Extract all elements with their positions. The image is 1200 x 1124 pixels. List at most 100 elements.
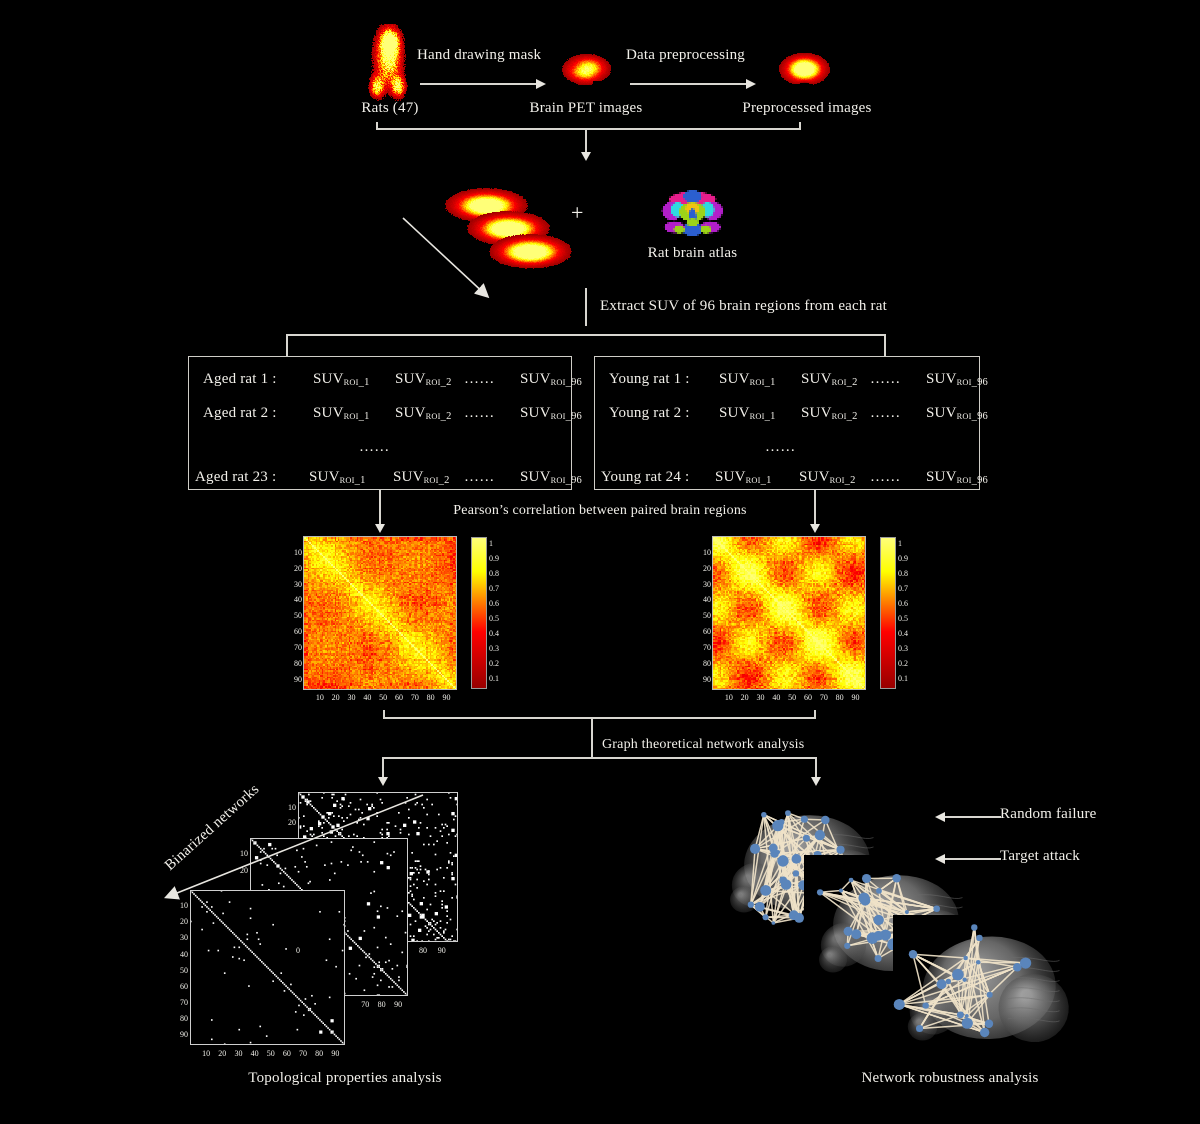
binarized-y-tick: 10 <box>288 802 296 812</box>
pearson-right-stem <box>814 490 816 526</box>
rat-pet-image <box>352 24 424 102</box>
matrix-y-tick: 20 <box>294 563 302 573</box>
table-cell-ellipsis: …… <box>464 469 495 485</box>
label-brain-pet-images: Brain PET images <box>529 100 643 116</box>
matrix-x-tick: 90 <box>442 693 451 702</box>
binarized-x-tick: 70 <box>299 1049 308 1058</box>
table-cell-ellipsis: …… <box>870 469 901 485</box>
binarized-x-tick: 30 <box>234 1049 243 1058</box>
bracket4-top <box>382 757 816 759</box>
colorbar-tick: 0.2 <box>489 659 499 668</box>
bracket4-right-drop <box>815 757 817 779</box>
bracket3-right <box>814 710 816 719</box>
table-cell-suv: SUVROI_1 <box>309 469 366 487</box>
table-cell-ellipsis: …… <box>464 371 495 387</box>
table-cell-suv: SUVROI_1 <box>313 371 370 389</box>
binarized-x-tick: 10 <box>202 1049 211 1058</box>
young-rat-suv-table: Young rat 1 : SUVROI_1 SUVROI_2…… SUVROI_96… <box>594 356 988 490</box>
binarized-y-tick: 30 <box>180 933 188 943</box>
table-row-ellipsis: …… <box>765 439 796 455</box>
colorbar-tick: 0.1 <box>489 674 499 683</box>
bracket3-top <box>383 717 815 719</box>
binarized-x-tick: 80 <box>419 946 427 955</box>
table-row-subject: Young rat 24 : <box>601 469 690 485</box>
plus-icon: + <box>571 200 584 225</box>
matrix-x-tick: 60 <box>395 693 403 702</box>
colorbar-tick: 0.8 <box>489 569 499 578</box>
bracket4-right-arrowhead <box>811 777 821 786</box>
bracket1-left <box>376 122 378 130</box>
table-cell-suv: SUVROI_1 <box>719 371 776 389</box>
matrix-x-tick: 50 <box>788 693 797 702</box>
aged-matrix-colorbar <box>471 537 487 689</box>
figure-canvas: Rats (47) Hand drawing mask Brain PET im… <box>0 0 1200 1124</box>
matrix-x-tick: 40 <box>363 693 372 702</box>
colorbar-tick: 0.1 <box>898 674 908 683</box>
matrix-y-tick: 50 <box>703 611 711 621</box>
table-row-subject: Aged rat 2 : <box>203 405 277 421</box>
binarized-x-tick: 90 <box>437 946 446 955</box>
matrix-y-tick: 90 <box>294 674 302 684</box>
colorbar-tick: 0.4 <box>898 629 908 638</box>
binarized-y-tick: 20 <box>288 818 296 828</box>
bracket2-right-drop <box>884 334 886 356</box>
binarized-y-tick: 20 <box>240 865 248 875</box>
table-row-subject: Young rat 2 : <box>609 405 690 421</box>
matrix-y-tick: 80 <box>294 658 302 668</box>
binarized-x-tick: 90 <box>394 1000 403 1009</box>
arrow1-head <box>536 79 546 89</box>
table-cell-suv: SUVROI_96 <box>926 371 988 389</box>
label-pearson-correlation: Pearson’s correlation between paired bra… <box>453 503 747 518</box>
matrix-x-tick: 10 <box>724 693 733 702</box>
colorbar-tick: 0.5 <box>898 614 908 623</box>
table-row-subject: Aged rat 1 : <box>203 371 277 387</box>
matrix-y-tick: 30 <box>294 579 302 589</box>
extract-stem <box>585 288 587 326</box>
matrix-y-tick: 90 <box>703 674 711 684</box>
matrix-y-tick: 40 <box>703 595 711 605</box>
label-extract-suv: Extract SUV of 96 brain regions from eac… <box>600 298 887 314</box>
table-cell-suv: SUVROI_1 <box>719 405 776 423</box>
binarized-x-tick: 70 <box>361 1000 370 1009</box>
table-cell-suv: SUVROI_2 <box>801 371 858 389</box>
binarized-y-tick: 10 <box>180 901 188 911</box>
bracket1-stem <box>585 128 587 154</box>
label-random-failure: Random failure <box>1000 806 1097 822</box>
matrix-x-tick: 30 <box>756 693 765 702</box>
young-correlation-matrix <box>712 536 866 690</box>
table-cell-ellipsis: …… <box>464 405 495 421</box>
binarized-x-tick: 60 <box>282 1049 291 1058</box>
matrix-x-tick: 80 <box>426 693 435 702</box>
matrix-x-tick: 90 <box>851 693 860 702</box>
label-rat-brain-atlas: Rat brain atlas <box>647 245 738 261</box>
binarized-y-tick: 50 <box>180 965 188 975</box>
matrix-x-tick: 20 <box>740 693 749 702</box>
matrix-x-tick: 50 <box>379 693 388 702</box>
rat-brain-atlas-image <box>653 186 731 244</box>
matrix-x-tick: 60 <box>804 693 812 702</box>
table-cell-suv: SUVROI_96 <box>520 405 582 423</box>
caption-topological-properties: Topological properties analysis <box>248 1070 442 1086</box>
bracket2-left-drop <box>286 334 288 356</box>
matrix-x-tick: 30 <box>347 693 356 702</box>
bracket1-arrowhead <box>581 152 591 161</box>
matrix-x-tick: 40 <box>772 693 781 702</box>
bracket2-top <box>286 334 885 336</box>
binarized-x-tick: 0 <box>296 946 300 955</box>
matrix-y-tick: 20 <box>703 563 711 573</box>
bracket1-right <box>799 122 801 130</box>
matrix-x-tick: 70 <box>410 693 419 702</box>
binarized-x-tick: 80 <box>377 1000 386 1009</box>
aged-rat-suv-table: Aged rat 1 : SUVROI_1 SUVROI_2 …… SUVROI_96 A… <box>188 356 582 490</box>
colorbar-tick: 1 <box>489 539 493 548</box>
binarized-y-tick: 90 <box>180 1030 188 1040</box>
target-attack-arrow-shaft <box>945 858 1001 860</box>
arrow1-shaft <box>420 83 538 85</box>
colorbar-tick: 0.9 <box>898 554 908 563</box>
binarized-x-tick: 20 <box>218 1049 227 1058</box>
table-cell-suv: SUVROI_2 <box>395 405 452 423</box>
colorbar-tick: 0.7 <box>489 584 499 593</box>
table-cell-suv: SUVROI_96 <box>926 405 988 423</box>
table-cell-suv: SUVROI_2 <box>801 405 858 423</box>
colorbar-tick: 0.2 <box>898 659 908 668</box>
